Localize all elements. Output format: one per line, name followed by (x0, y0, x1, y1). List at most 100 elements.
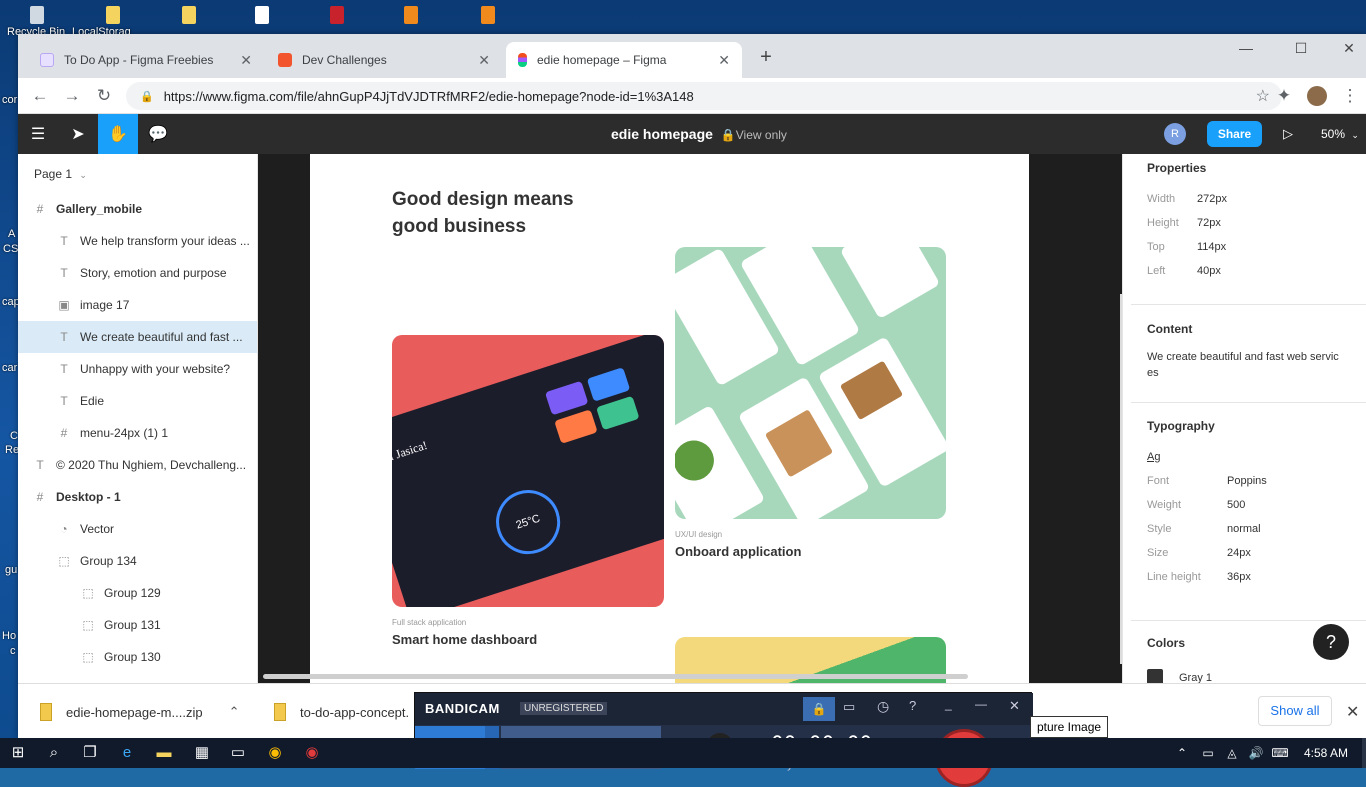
property-value[interactable]: 72px (1197, 217, 1221, 229)
canvas[interactable]: Good design means good business Hi Jasic… (258, 154, 1122, 683)
page-selector[interactable]: Page 1 ⌄ (34, 167, 87, 181)
layer-row[interactable]: T We help transform your ideas ... (18, 225, 257, 257)
show-all-button[interactable]: Show all (1258, 696, 1332, 726)
layer-row[interactable]: ⬚ Group 130 (18, 641, 257, 673)
system-clock[interactable]: 4:58 AM (1304, 746, 1348, 760)
property-value[interactable]: Poppins (1227, 475, 1267, 487)
extensions-icon[interactable]: ✦ (1274, 86, 1294, 106)
layer-row[interactable]: T Edie (18, 385, 257, 417)
onboard-card[interactable] (675, 247, 946, 519)
minimize-button[interactable]: — (975, 697, 987, 711)
chevron-up-icon[interactable]: ⌃ (1172, 743, 1192, 763)
tab-todo-app[interactable]: To Do App - Figma Freebies ✕ (28, 42, 264, 78)
desktop-frame[interactable]: Good design means good business Hi Jasic… (310, 154, 1029, 683)
minimize-icon[interactable]: _ (945, 697, 952, 711)
folder-icon[interactable]: ▭ (843, 699, 855, 715)
browser-toolbar: ← → ↻ 🔒 https://www.figma.com/file/ahnGu… (18, 78, 1366, 114)
property-value[interactable]: normal (1227, 523, 1261, 535)
close-icon[interactable]: ✕ (478, 52, 490, 69)
layer-row[interactable]: # Gallery_mobile (18, 193, 257, 225)
hand-tool-icon[interactable]: ✋ (98, 114, 138, 154)
document-icon[interactable] (255, 6, 269, 24)
main-menu-icon[interactable]: ☰ (18, 114, 58, 154)
layer-row[interactable]: T We create beautiful and fast ... (18, 321, 257, 353)
property-value[interactable]: 40px (1197, 265, 1221, 277)
layer-row[interactable]: T Unhappy with your website? (18, 353, 257, 385)
lock-icon[interactable]: 🔒 (803, 697, 835, 721)
reload-icon[interactable]: ↻ (94, 86, 114, 106)
present-icon[interactable]: ▷ (1268, 114, 1308, 154)
layer-row[interactable]: ⬚ Group 129 (18, 577, 257, 609)
volume-icon[interactable]: 🔊 (1246, 743, 1266, 763)
network-icon[interactable]: ◬ (1222, 743, 1242, 763)
property-value[interactable]: 36px (1227, 571, 1251, 583)
folder-icon[interactable] (106, 6, 120, 24)
layer-name: Group 134 (80, 554, 137, 568)
help-button[interactable]: ? (1313, 624, 1349, 660)
download-item[interactable]: to-do-app-concept. (274, 703, 409, 721)
tab-edie-homepage[interactable]: edie homepage – Figma ✕ (506, 42, 742, 78)
clock-icon[interactable]: ◷ (877, 698, 889, 715)
property-value[interactable]: 114px (1197, 241, 1226, 253)
folder-icon[interactable] (182, 6, 196, 24)
bandicam-taskbar-icon[interactable]: ◉ (302, 743, 322, 763)
chrome-icon[interactable]: ◉ (265, 743, 285, 763)
language-icon[interactable]: ⌨ (1270, 743, 1290, 763)
horizontal-scrollbar[interactable] (263, 674, 968, 679)
layers-panel: Page 1 ⌄ # Gallery_mobile T We help transfo… (18, 154, 258, 683)
layer-row[interactable]: # menu-24px (1) 1 (18, 417, 257, 449)
color-swatch[interactable] (1147, 669, 1163, 683)
layer-row[interactable]: T © 2020 Thu Nghiem, Devchalleng... (18, 449, 257, 481)
recycle-bin-icon[interactable] (30, 6, 44, 24)
vlc-icon[interactable] (404, 6, 418, 24)
download-item[interactable]: edie-homepage-m....zip ⌃ (40, 703, 239, 721)
close-icon[interactable]: ✕ (1346, 702, 1359, 722)
close-icon[interactable]: ✕ (1009, 698, 1020, 714)
edge-icon[interactable]: e (117, 743, 137, 763)
layer-row[interactable]: ▣ image 17 (18, 289, 257, 321)
property-value[interactable]: 272px (1197, 193, 1227, 205)
layer-row[interactable]: ◔ Vector (18, 513, 257, 545)
move-tool-icon[interactable]: ➤ (58, 114, 98, 154)
close-window-button[interactable]: ✕ (1334, 40, 1364, 57)
forward-icon[interactable]: → (62, 86, 82, 106)
layer-row[interactable]: ⬚ Group 131 (18, 609, 257, 641)
new-tab-button[interactable]: + (751, 46, 781, 69)
profile-avatar[interactable] (1307, 86, 1327, 106)
zoom-dropdown[interactable]: 50% ⌄ (1321, 127, 1359, 141)
help-icon[interactable]: ? (909, 698, 916, 713)
minimize-button[interactable]: — (1231, 40, 1261, 56)
avatar[interactable]: R (1164, 123, 1186, 145)
vlc-icon[interactable] (481, 6, 495, 24)
property-label: Width (1147, 193, 1176, 205)
battery-icon[interactable]: ▭ (1198, 743, 1218, 763)
show-desktop-strip[interactable] (1362, 738, 1366, 768)
layer-row[interactable]: # Desktop - 1 (18, 481, 257, 513)
share-button[interactable]: Share (1207, 121, 1262, 147)
browser-menu-icon[interactable]: ⋮ (1340, 86, 1360, 106)
close-icon[interactable]: ✕ (718, 52, 730, 69)
back-icon[interactable]: ← (30, 86, 50, 106)
comment-tool-icon[interactable]: 💬 (138, 114, 178, 154)
layer-row[interactable]: T Story, emotion and purpose (18, 257, 257, 289)
smart-home-card[interactable]: Hi Jasica! 25°C (392, 335, 664, 607)
divider (1131, 402, 1366, 403)
address-bar[interactable]: 🔒 https://www.figma.com/file/ahnGupP4JjT… (126, 82, 1282, 110)
property-value[interactable]: 24px (1227, 547, 1251, 559)
search-icon[interactable]: ⌕ (44, 743, 64, 763)
property-value[interactable]: 500 (1227, 499, 1245, 511)
bookmark-star-icon[interactable]: ☆ (1256, 86, 1270, 106)
desktop-label: A (8, 228, 16, 240)
content-text[interactable]: We create beautiful and fast web servic … (1147, 349, 1357, 381)
task-view-icon[interactable]: ❐ (80, 743, 100, 763)
chevron-up-icon[interactable]: ⌃ (229, 704, 240, 720)
pdf-icon[interactable] (330, 6, 344, 24)
store-icon[interactable]: ▦ (192, 743, 212, 763)
file-explorer-icon[interactable]: ▬ (154, 743, 174, 763)
app-icon[interactable]: ▭ (228, 743, 248, 763)
maximize-button[interactable]: ☐ (1286, 40, 1316, 57)
windows-start-icon[interactable]: ⊞ (8, 743, 28, 763)
tab-dev-challenges[interactable]: Dev Challenges ✕ (266, 42, 502, 78)
layer-row[interactable]: ⬚ Group 134 (18, 545, 257, 577)
close-icon[interactable]: ✕ (240, 52, 252, 69)
